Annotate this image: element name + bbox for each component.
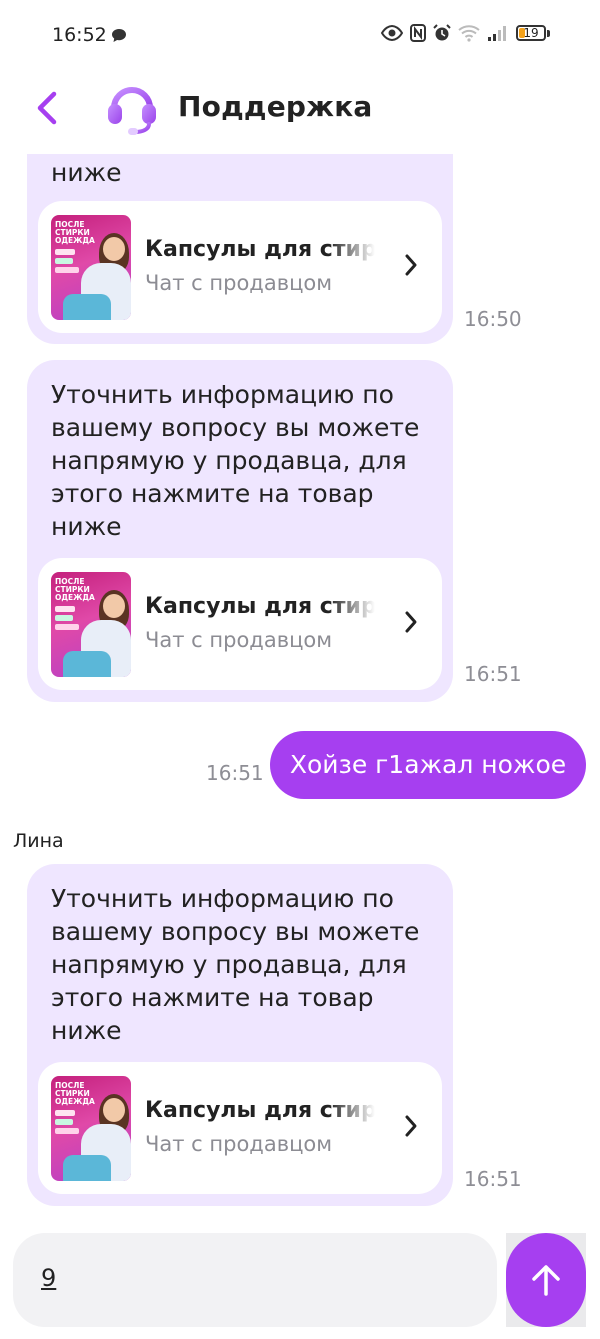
product-subtitle: Чат с продавцом bbox=[145, 271, 333, 295]
app-header: Поддержка bbox=[0, 70, 600, 154]
product-image-caption: ПОСЛЕ СТИРКИ ОДЕЖДА bbox=[55, 220, 95, 245]
message-time: 16:51 bbox=[464, 662, 522, 686]
message-time: 16:50 bbox=[464, 307, 522, 331]
send-button-container bbox=[506, 1233, 586, 1327]
chevron-right-icon bbox=[405, 254, 417, 276]
message-input-container bbox=[13, 1233, 497, 1327]
product-image: ПОСЛЕ СТИРКИ ОДЕЖДА bbox=[51, 572, 131, 677]
page-title: Поддержка bbox=[178, 90, 373, 123]
battery-tip bbox=[547, 29, 550, 37]
message-time: 16:51 bbox=[206, 761, 264, 785]
arrow-up-icon bbox=[532, 1265, 560, 1296]
battery-icon: 19 bbox=[516, 25, 546, 41]
outgoing-message-bubble: Хойзе г1ажал ножое bbox=[270, 731, 586, 799]
product-image: ПОСЛЕ СТИРКИ ОДЕЖДА bbox=[51, 215, 131, 320]
status-bar: 16:52 19 bbox=[0, 0, 600, 70]
sender-name: Лина bbox=[13, 830, 64, 852]
wifi-icon bbox=[458, 25, 480, 42]
nfc-icon bbox=[410, 24, 426, 42]
product-image-caption: ПОСЛЕ СТИРКИ ОДЕЖДА bbox=[55, 577, 95, 602]
incoming-message-bubble: Уточнить информацию по вашему вопросу вы… bbox=[27, 864, 453, 1206]
chat-messages[interactable]: ниже ПОСЛЕ СТИРКИ ОДЕЖДА Капсулы для сти… bbox=[0, 154, 600, 1224]
message-text: ниже bbox=[51, 158, 122, 187]
message-input[interactable] bbox=[39, 1263, 463, 1293]
product-subtitle: Чат с продавцом bbox=[145, 1132, 333, 1156]
message-time: 16:51 bbox=[464, 1167, 522, 1191]
back-arrow-icon[interactable] bbox=[30, 86, 70, 130]
signal-icon bbox=[488, 26, 506, 41]
message-text: Уточнить информацию по вашему вопросу вы… bbox=[51, 380, 420, 541]
product-card[interactable]: ПОСЛЕ СТИРКИ ОДЕЖДА Капсулы для стирки Ч… bbox=[38, 558, 442, 690]
product-card[interactable]: ПОСЛЕ СТИРКИ ОДЕЖДА Капсулы для стирки Ч… bbox=[38, 1062, 442, 1194]
message-text: Уточнить информацию по вашему вопросу вы… bbox=[51, 884, 420, 1045]
product-title: Капсулы для стирки bbox=[145, 594, 375, 619]
product-subtitle: Чат с продавцом bbox=[145, 628, 333, 652]
incoming-message-bubble: ниже ПОСЛЕ СТИРКИ ОДЕЖДА Капсулы для сти… bbox=[27, 154, 453, 344]
product-title: Капсулы для стирки bbox=[145, 237, 375, 262]
chevron-right-icon bbox=[405, 611, 417, 633]
product-image-caption: ПОСЛЕ СТИРКИ ОДЕЖДА bbox=[55, 1081, 95, 1106]
battery-level: 19 bbox=[523, 26, 539, 40]
incoming-message-bubble: Уточнить информацию по вашему вопросу вы… bbox=[27, 360, 453, 702]
status-time: 16:52 bbox=[52, 24, 107, 46]
chevron-right-icon bbox=[405, 1115, 417, 1137]
status-icons: 19 bbox=[381, 24, 550, 42]
alarm-icon bbox=[433, 24, 451, 41]
product-card[interactable]: ПОСЛЕ СТИРКИ ОДЕЖДА Капсулы для стирки Ч… bbox=[38, 201, 442, 333]
message-notification-icon bbox=[112, 29, 126, 42]
send-button[interactable] bbox=[506, 1233, 586, 1327]
eye-icon bbox=[381, 25, 403, 41]
product-title: Капсулы для стирки bbox=[145, 1098, 375, 1123]
headset-support-icon bbox=[108, 87, 156, 135]
product-image: ПОСЛЕ СТИРКИ ОДЕЖДА bbox=[51, 1076, 131, 1181]
